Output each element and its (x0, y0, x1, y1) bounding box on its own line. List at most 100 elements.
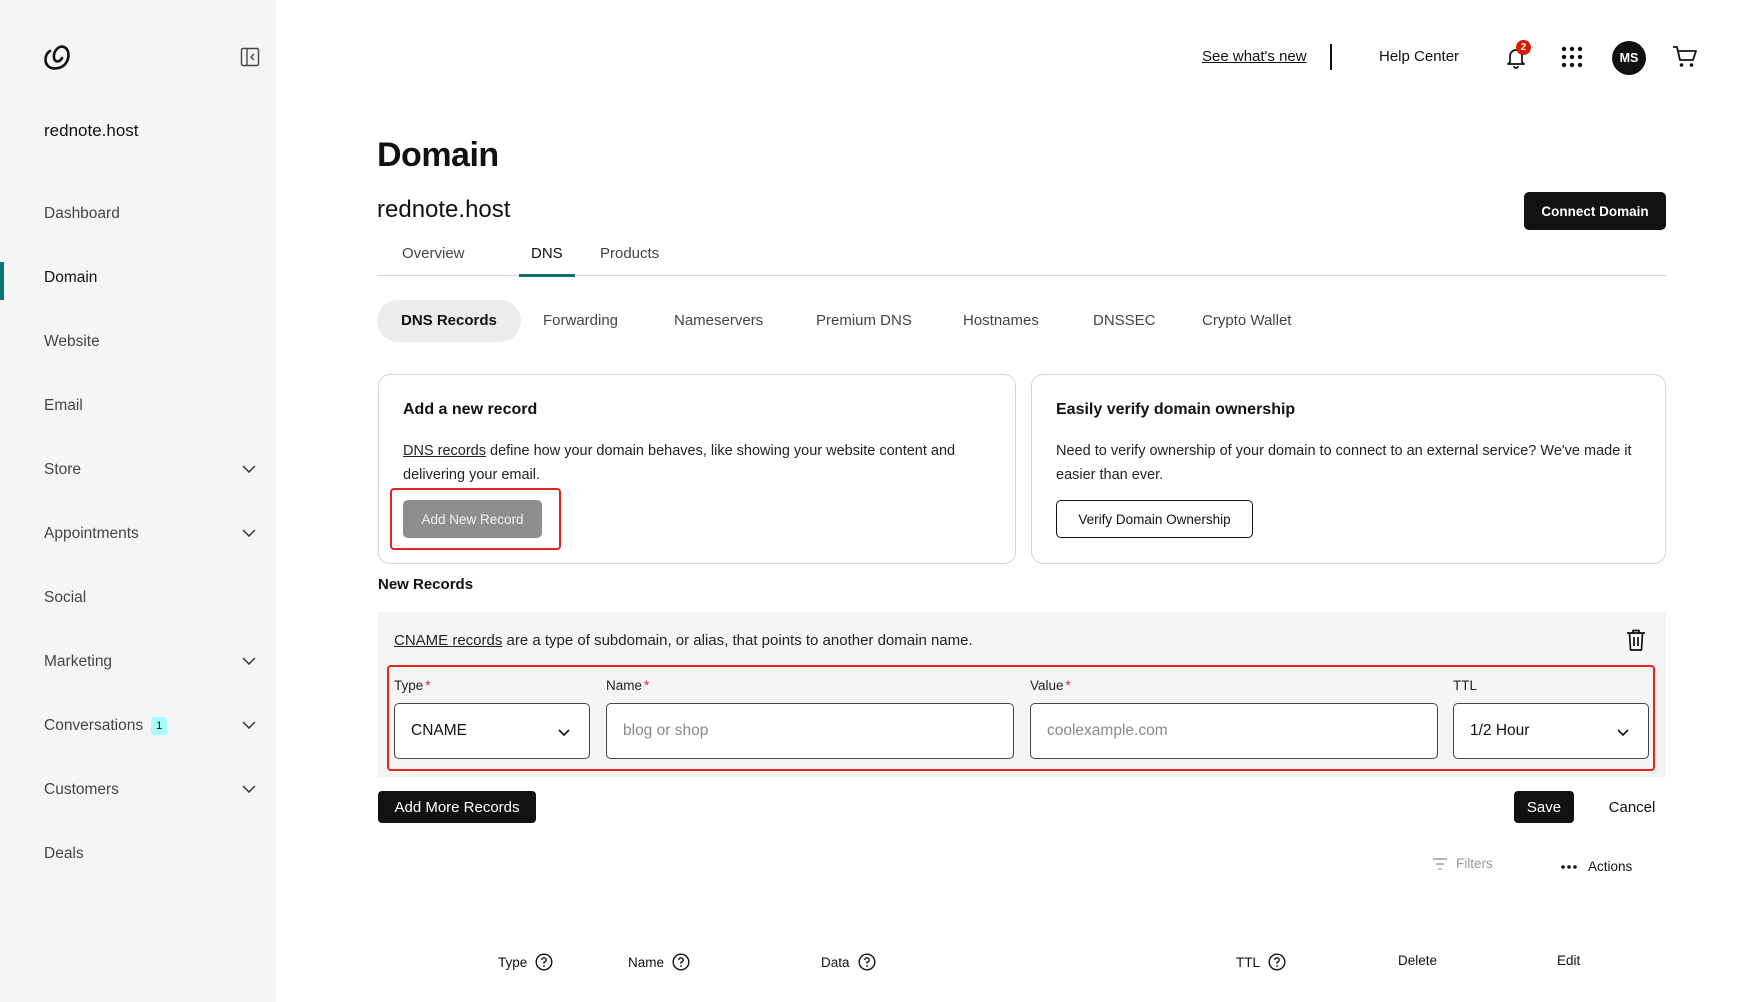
sidebar-item-deals[interactable]: Deals (0, 822, 276, 886)
chevron-down-icon[interactable] (240, 460, 258, 478)
sidebar: rednote.host Dashboard Domain Website Em… (0, 0, 276, 1002)
sidebar-item-dashboard[interactable]: Dashboard (0, 182, 276, 246)
cname-records-link[interactable]: CNAME records (394, 632, 502, 649)
sidebar-item-customers[interactable]: Customers (0, 758, 276, 822)
sidebar-item-label: Email (44, 397, 83, 414)
tab-products[interactable]: Products (600, 245, 659, 274)
required-mark: * (1065, 678, 1071, 693)
conversations-count-badge: 1 (151, 717, 168, 735)
type-field-label: Type * (394, 678, 431, 693)
value-field-label: Value * (1030, 678, 1071, 693)
verify-card-title: Easily verify domain ownership (1056, 401, 1296, 418)
verify-ownership-card: Easily verify domain ownership Need to v… (1031, 374, 1666, 564)
sidebar-item-label: Customers (44, 781, 119, 798)
sidebar-item-marketing[interactable]: Marketing (0, 630, 276, 694)
sidebar-item-label: Marketing (44, 653, 113, 670)
column-header-delete: Delete (1398, 953, 1438, 968)
collapse-sidebar-icon[interactable] (240, 47, 260, 67)
trash-icon[interactable] (1625, 628, 1647, 652)
sidebar-item-label: Dashboard (44, 205, 120, 222)
sidebar-item-website[interactable]: Website (0, 310, 276, 374)
header-divider (1330, 44, 1332, 70)
subtab-forwarding[interactable]: Forwarding (543, 300, 618, 342)
chevron-down-icon[interactable] (240, 524, 258, 542)
help-circle-icon[interactable] (672, 953, 690, 971)
cart-icon[interactable] (1672, 45, 1698, 69)
column-header-name: Name (628, 953, 690, 971)
sidebar-item-label: Website (44, 333, 100, 350)
record-description-text: are a type of subdomain, or alias, that … (502, 632, 973, 649)
subtab-dnssec[interactable]: DNSSEC (1093, 300, 1156, 342)
ttl-select[interactable]: 1/2 Hour (1453, 703, 1649, 759)
connect-domain-button[interactable]: Connect Domain (1524, 192, 1666, 230)
filter-icon (1433, 857, 1447, 870)
chevron-down-icon[interactable] (240, 652, 258, 670)
chevron-down-icon (558, 729, 570, 737)
column-header-ttl: TTL (1236, 953, 1286, 971)
help-circle-icon[interactable] (858, 953, 876, 971)
dns-records-link[interactable]: DNS records (403, 443, 486, 459)
record-description: CNAME records are a type of subdomain, o… (394, 632, 973, 649)
new-records-heading: New Records (378, 576, 474, 593)
help-center-link[interactable]: Help Center (1379, 48, 1459, 65)
help-circle-icon[interactable] (535, 953, 553, 971)
subtab-hostnames[interactable]: Hostnames (963, 300, 1039, 342)
chevron-down-icon[interactable] (240, 780, 258, 798)
tab-dns[interactable]: DNS (519, 245, 575, 277)
sidebar-item-label: Appointments (44, 525, 139, 542)
sidebar-nav: Dashboard Domain Website Email Store App… (0, 182, 276, 886)
add-more-records-button[interactable]: Add More Records (378, 791, 536, 823)
cancel-button[interactable]: Cancel (1602, 791, 1662, 823)
chevron-down-icon[interactable] (240, 716, 258, 734)
sidebar-item-social[interactable]: Social (0, 566, 276, 630)
save-button[interactable]: Save (1514, 791, 1574, 823)
subtab-dns-records[interactable]: DNS Records (377, 300, 521, 342)
required-mark: * (644, 678, 650, 693)
ttl-field-label: TTL (1453, 678, 1478, 693)
subtab-nameservers[interactable]: Nameservers (674, 300, 763, 342)
sidebar-item-appointments[interactable]: Appointments (0, 502, 276, 566)
subtab-crypto-wallet[interactable]: Crypto Wallet (1202, 300, 1291, 342)
sidebar-item-store[interactable]: Store (0, 438, 276, 502)
avatar[interactable]: MS (1612, 41, 1646, 75)
add-record-card-description: define how your domain behaves, like sho… (403, 443, 956, 483)
add-record-card-text: DNS records define how your domain behav… (403, 439, 993, 487)
help-circle-icon[interactable] (1268, 953, 1286, 971)
sidebar-item-label: Store (44, 461, 82, 478)
add-record-card-title: Add a new record (403, 401, 538, 418)
verify-card-text: Need to verify ownership of your domain … (1056, 443, 1632, 483)
name-input[interactable]: blog or shop (606, 703, 1014, 759)
actions-button[interactable]: Actions (1560, 859, 1632, 874)
sidebar-item-label: Conversations (44, 717, 144, 734)
add-record-card: Add a new record DNS records define how … (378, 374, 1016, 564)
domain-tabs: Overview DNS Products (377, 240, 1666, 277)
apps-grid-icon[interactable] (1561, 46, 1583, 68)
more-horizontal-icon (1561, 864, 1577, 869)
required-mark: * (425, 678, 431, 693)
column-header-data: Data (821, 953, 876, 971)
column-header-edit: Edit (1557, 953, 1581, 968)
column-header-type: Type (498, 953, 553, 971)
type-select[interactable]: CNAME (394, 703, 590, 759)
sidebar-item-label: Domain (44, 269, 98, 286)
domain-name-heading: rednote.host (377, 196, 511, 223)
notification-count-badge: 2 (1516, 40, 1531, 55)
page-title: Domain (377, 136, 499, 174)
tab-overview[interactable]: Overview (402, 245, 465, 274)
sidebar-site-name: rednote.host (44, 121, 139, 140)
filters-button[interactable]: Filters (1432, 856, 1493, 871)
sidebar-item-domain[interactable]: Domain (0, 246, 276, 310)
subtab-premium-dns[interactable]: Premium DNS (816, 300, 912, 342)
godaddy-logo-icon[interactable] (42, 42, 72, 72)
sidebar-item-label: Deals (44, 845, 84, 862)
sidebar-item-conversations[interactable]: Conversations 1 (0, 694, 276, 758)
whats-new-link[interactable]: See what's new (1202, 48, 1307, 65)
add-new-record-button[interactable]: Add New Record (403, 500, 542, 538)
verify-domain-ownership-button[interactable]: Verify Domain Ownership (1056, 500, 1253, 538)
name-field-label: Name * (606, 678, 650, 693)
new-record-panel: CNAME records are a type of subdomain, o… (378, 612, 1666, 777)
sidebar-item-email[interactable]: Email (0, 374, 276, 438)
chevron-down-icon (1617, 729, 1629, 737)
sidebar-item-label: Social (44, 589, 87, 606)
value-input[interactable]: coolexample.com (1030, 703, 1438, 759)
